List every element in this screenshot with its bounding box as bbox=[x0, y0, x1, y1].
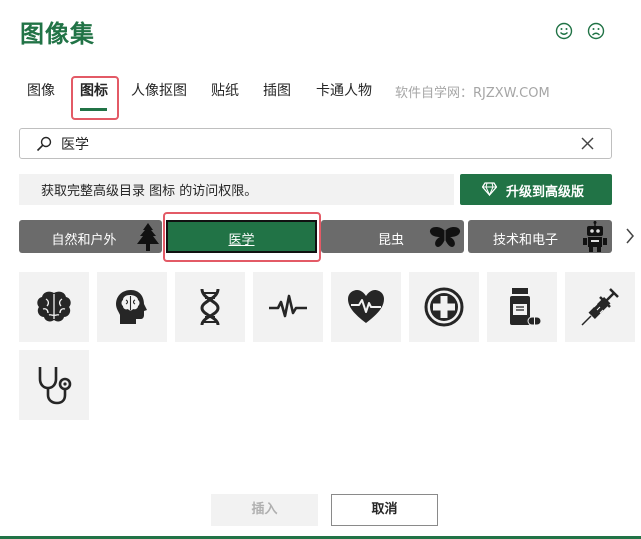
watermark: 软件自学网：RJZXW.COM bbox=[395, 86, 550, 101]
upgrade-label: 升级到高级版 bbox=[506, 185, 585, 200]
frown-face-icon[interactable] bbox=[587, 22, 605, 40]
upgrade-button[interactable]: 升级到高级版 bbox=[460, 174, 612, 205]
tab-images[interactable]: 图像 bbox=[27, 80, 55, 100]
syringe-icon bbox=[581, 288, 619, 326]
stethoscope-icon-tile[interactable] bbox=[19, 350, 89, 420]
tab-cartoon-people[interactable]: 卡通人物 bbox=[316, 80, 372, 100]
category-nature[interactable]: 自然和户外 bbox=[19, 220, 162, 253]
search-icon bbox=[36, 136, 52, 152]
clear-icon[interactable] bbox=[581, 137, 594, 150]
tree-icon bbox=[137, 223, 159, 251]
medicine-bottle-icon-tile[interactable] bbox=[487, 272, 557, 342]
medical-cross-icon bbox=[424, 287, 464, 327]
tab-cutout-people[interactable]: 人像抠图 bbox=[131, 80, 187, 100]
heartbeat-icon-tile[interactable] bbox=[253, 272, 323, 342]
head-brain-icon-tile[interactable] bbox=[97, 272, 167, 342]
robot-icon bbox=[583, 221, 607, 252]
syringe-icon-tile[interactable] bbox=[565, 272, 635, 342]
tab-highlight-box bbox=[71, 76, 119, 120]
premium-banner: 获取完整高级目录 图标 的访问权限。 bbox=[19, 174, 454, 205]
cancel-button[interactable]: 取消 bbox=[331, 494, 438, 526]
smile-face-icon[interactable] bbox=[555, 22, 573, 40]
category-highlight-box bbox=[163, 212, 321, 262]
brain-icon bbox=[37, 291, 71, 322]
chevron-right-icon[interactable] bbox=[625, 228, 635, 244]
tab-stickers[interactable]: 贴纸 bbox=[211, 80, 239, 100]
heart-pulse-icon-tile[interactable] bbox=[331, 272, 401, 342]
tab-illustrations[interactable]: 插图 bbox=[263, 80, 291, 100]
category-label: 技术和电子 bbox=[492, 233, 558, 248]
dialog-title: 图像集 bbox=[20, 20, 95, 48]
head-brain-icon bbox=[116, 290, 147, 324]
dna-icon bbox=[200, 288, 220, 326]
search-input[interactable] bbox=[61, 134, 561, 154]
category-insects[interactable]: 昆虫 bbox=[321, 220, 464, 253]
category-tech[interactable]: 技术和电子 bbox=[468, 220, 612, 253]
insert-button[interactable]: 插入 bbox=[211, 494, 318, 526]
category-label: 自然和户外 bbox=[51, 233, 117, 248]
stethoscope-icon bbox=[38, 367, 72, 405]
diamond-icon bbox=[482, 182, 497, 196]
medical-cross-icon-tile[interactable] bbox=[409, 272, 479, 342]
butterfly-icon bbox=[429, 226, 461, 247]
search-box[interactable] bbox=[19, 128, 612, 159]
dna-icon-tile[interactable] bbox=[175, 272, 245, 342]
heartbeat-icon bbox=[269, 294, 307, 318]
banner-text: 获取完整高级目录 图标 的访问权限。 bbox=[41, 184, 258, 199]
medicine-bottle-icon bbox=[510, 288, 542, 326]
heart-pulse-icon bbox=[348, 290, 384, 323]
brain-icon-tile[interactable] bbox=[19, 272, 89, 342]
